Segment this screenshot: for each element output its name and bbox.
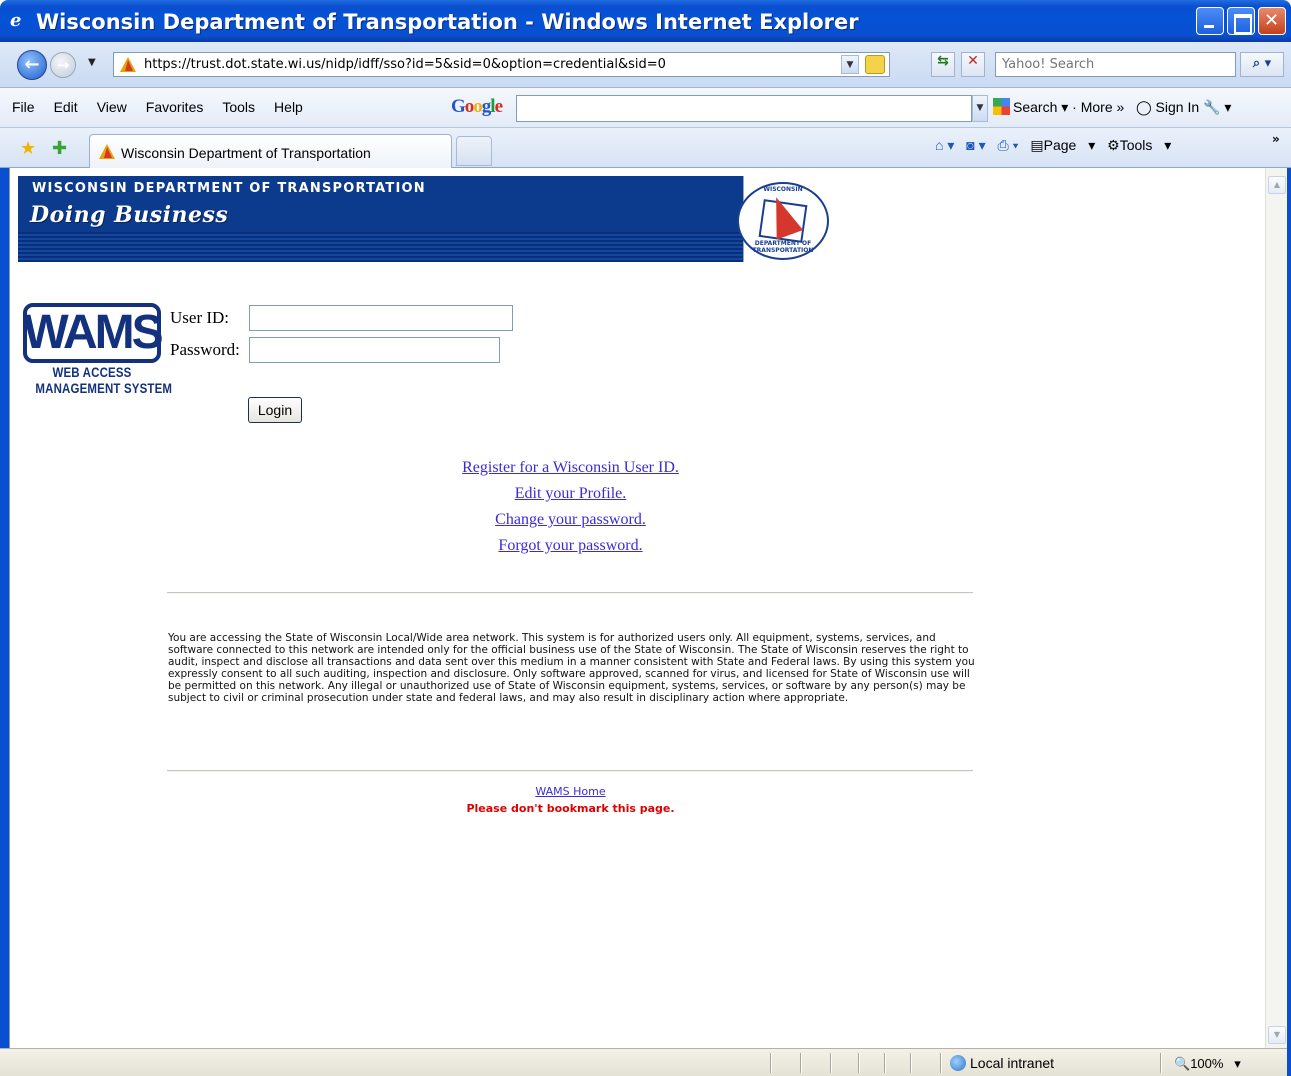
edit-profile-link[interactable]: Edit your Profile. [168, 481, 973, 507]
login-button[interactable]: Login [248, 397, 302, 423]
feeds-icon[interactable]: ◙ ▾ [966, 137, 985, 153]
google-search-dropdown-icon[interactable]: ▼ [972, 95, 988, 122]
wisdot-seal-logo: WISCONSIN DEPARTMENT OF TRANSPORTATION [737, 182, 829, 260]
search-icon[interactable]: ⌕ ▾ [1240, 52, 1284, 77]
status-bar: Local intranet 🔍100% ▾ [0, 1048, 1287, 1076]
google-toolbar-actions: Search ▾ · More » ◯ Sign In 🔧 ▾ [993, 98, 1231, 116]
site-favicon-icon [120, 57, 136, 72]
back-button[interactable]: ← [17, 50, 47, 80]
bookmark-warning: Please don't bookmark this page. [466, 802, 675, 815]
wams-line1: WEB ACCESS [52, 364, 132, 380]
password-label: Password: [170, 340, 240, 359]
zoom-level: 100% [1190, 1056, 1224, 1071]
tab-label: Wisconsin Department of Transportation [121, 145, 371, 161]
add-favorite-icon[interactable]: ✚ [52, 138, 67, 159]
window-frame-left [0, 168, 9, 1048]
forgot-password-link[interactable]: Forgot your password. [168, 533, 973, 559]
scroll-up-icon[interactable]: ▲ [1268, 176, 1286, 194]
maximize-button[interactable] [1227, 7, 1255, 35]
address-dropdown-icon[interactable]: ▼ [841, 55, 859, 74]
security-zone-label: Local intranet [970, 1055, 1055, 1071]
tab-active[interactable]: Wisconsin Department of Transportation [89, 134, 452, 168]
menu-favorites[interactable]: Favorites [146, 99, 204, 115]
menu-bar: File Edit View Favorites Tools Help [12, 99, 322, 115]
tab-favicon-icon [99, 144, 115, 159]
vertical-scrollbar[interactable]: ▲ ▼ [1265, 168, 1287, 1048]
banner-department: WISCONSIN DEPARTMENT OF TRANSPORTATION [32, 181, 426, 196]
home-icon[interactable]: ⌂ ▾ [935, 137, 954, 153]
menu-edit[interactable]: Edit [54, 99, 78, 115]
close-button[interactable] [1258, 7, 1286, 35]
address-url[interactable]: https://trust.dot.state.wi.us/nidp/idff/… [144, 57, 666, 72]
google-more-button[interactable]: More » [1081, 99, 1125, 115]
security-zone[interactable]: Local intranet [950, 1055, 1054, 1071]
refresh-button[interactable]: ⇆ [931, 52, 955, 77]
google-search-button[interactable]: Search [1013, 99, 1057, 115]
google-search-icon [993, 98, 1010, 115]
menu-file[interactable]: File [12, 99, 35, 115]
account-links: Register for a Wisconsin User ID. Edit y… [168, 455, 973, 559]
forward-button[interactable]: → [50, 52, 76, 78]
zoom-control[interactable]: 🔍100% ▾ [1174, 1056, 1241, 1072]
command-bar: ⌂ ▾ ◙ ▾ ⎙ ▾ ▤Page ▾ ⚙Tools ▾ [935, 137, 1179, 154]
minimize-button[interactable] [1196, 7, 1224, 35]
divider-top [167, 592, 973, 594]
toolbar-overflow-icon[interactable]: » [1272, 132, 1280, 146]
stop-button[interactable]: ✕ [961, 52, 985, 77]
print-icon[interactable]: ⎙ ▾ [998, 137, 1019, 153]
wams-logo: WAMS WEB ACCESS MANAGEMENT SYSTEM [23, 303, 173, 396]
new-tab-button[interactable] [456, 136, 492, 166]
userid-label: User ID: [170, 308, 230, 327]
security-disclaimer: You are accessing the State of Wisconsin… [168, 632, 975, 704]
address-bar[interactable]: https://trust.dot.state.wi.us/nidp/idff/… [113, 52, 890, 77]
intranet-globe-icon [950, 1055, 966, 1071]
banner-stripes [18, 232, 743, 262]
recent-pages-dropdown-icon[interactable]: ▼ [88, 57, 96, 68]
dot-banner: WISCONSIN DEPARTMENT OF TRANSPORTATION D… [18, 176, 846, 262]
change-password-link[interactable]: Change your password. [168, 507, 973, 533]
yahoo-search-box[interactable] [995, 52, 1236, 77]
userid-field[interactable] [249, 305, 513, 331]
register-link[interactable]: Register for a Wisconsin User ID. [168, 455, 973, 481]
ie-logo-icon: e [10, 10, 22, 31]
page-viewport: WISCONSIN DEPARTMENT OF TRANSPORTATION D… [9, 168, 1265, 1048]
scroll-down-icon[interactable]: ▼ [1268, 1026, 1286, 1044]
google-search-input[interactable] [516, 95, 972, 122]
google-signin-button[interactable]: Sign In [1156, 99, 1200, 115]
menu-tools[interactable]: Tools [222, 99, 255, 115]
wams-home-link[interactable]: WAMS Home [535, 785, 605, 798]
menu-view[interactable]: View [97, 99, 127, 115]
wams-line2: MANAGEMENT SYSTEM [35, 380, 173, 396]
lock-icon[interactable] [865, 55, 885, 74]
password-field[interactable] [249, 337, 500, 363]
address-toolbar: ← → ▼ https://trust.dot.state.wi.us/nidp… [0, 42, 1291, 88]
wrench-icon[interactable]: 🔧 [1203, 99, 1220, 115]
wams-mark: WAMS [23, 306, 163, 359]
tab-toolbar: ★ ✚ Wisconsin Department of Transportati… [0, 128, 1291, 168]
window-frame-right [1287, 168, 1291, 1076]
google-logo: Google [451, 96, 503, 117]
banner-tagline: Doing Business [30, 202, 229, 228]
zoom-icon: 🔍 [1174, 1056, 1191, 1071]
favorites-star-icon[interactable]: ★ [20, 138, 36, 159]
menu-help[interactable]: Help [274, 99, 303, 115]
divider-bottom [167, 770, 973, 772]
page-menu-button[interactable]: ▤Page ▾ [1030, 137, 1095, 153]
yahoo-search-input[interactable] [996, 53, 1235, 76]
wams-home-wrap: WAMS Home [168, 784, 973, 798]
tools-menu-button[interactable]: ⚙Tools ▾ [1107, 137, 1171, 153]
menu-toolbar: File Edit View Favorites Tools Help Goog… [0, 88, 1291, 128]
window-title: Wisconsin Department of Transportation -… [36, 10, 859, 34]
title-bar: e Wisconsin Department of Transportation… [0, 0, 1291, 42]
